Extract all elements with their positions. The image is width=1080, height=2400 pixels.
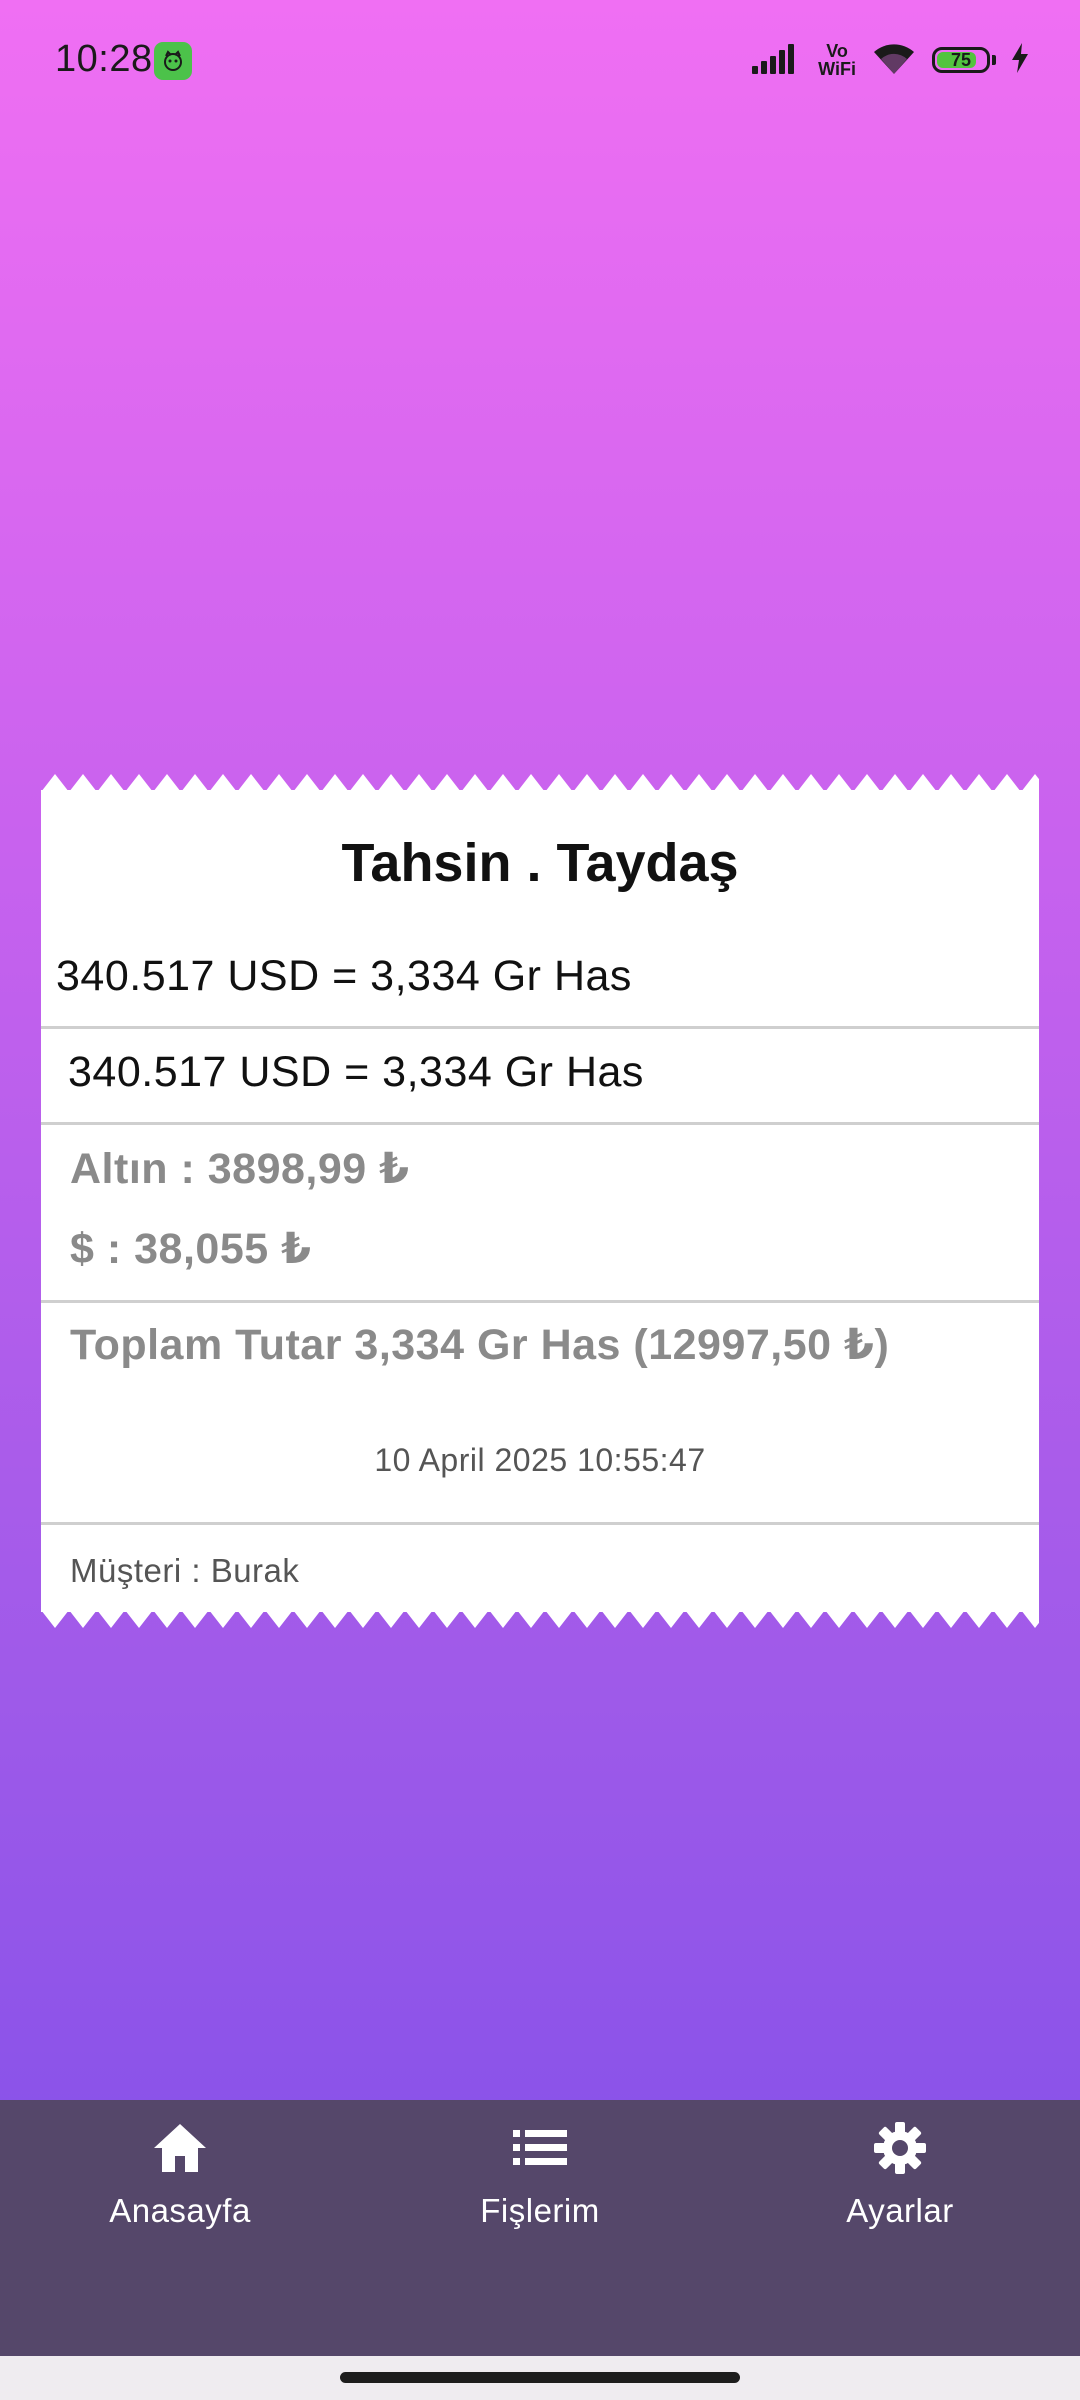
battery-level: 75 [950,49,972,70]
receipt-bottom-edge [41,1610,1039,1628]
signal-icon [752,42,804,79]
nav-label-settings: Ayarlar [846,2192,954,2229]
nav-item-home[interactable]: Anasayfa [50,2118,310,2248]
receipt-top-edge [41,774,1039,792]
status-icons: Vo WiFi 75 [752,38,1030,82]
gear-icon [870,2118,930,2178]
volte-wifi-indicator: Vo WiFi [818,42,856,78]
receipt-line-2: 340.517 USD = 3,334 Gr Has [68,1048,644,1096]
divider [41,1026,1039,1029]
app-notification-icon [154,42,192,80]
bottom-navigation: Anasayfa Fişlerim Ayarlar [0,2100,1080,2356]
total-amount: Toplam Tutar 3,334 Gr Has (12997,50 ₺) [70,1321,890,1369]
home-gesture-handle[interactable] [340,2372,740,2383]
receipt-card[interactable]: Tahsin . Taydaş 340.517 USD = 3,334 Gr H… [41,772,1039,1630]
usd-rate: $ : 38,055 ₺ [70,1225,312,1273]
nav-item-receipts[interactable]: Fişlerim [410,2118,670,2248]
gold-rate: Altın : 3898,99 ₺ [70,1145,410,1193]
list-icon [510,2118,570,2178]
charging-icon [1010,42,1030,78]
customer-name: Müşteri : Burak [70,1552,300,1589]
volte-label-top: Vo [826,41,848,61]
wifi-icon [870,40,918,81]
gesture-bar [0,2356,1080,2400]
home-icon [150,2118,210,2178]
nav-item-settings[interactable]: Ayarlar [770,2118,1030,2248]
receipt-date: 10 April 2025 10:55:47 [374,1442,706,1478]
receipt-title: Tahsin . Taydaş [341,833,739,893]
volte-label-bottom: WiFi [818,59,856,79]
receipt-body: Tahsin . Taydaş 340.517 USD = 3,334 Gr H… [41,790,1039,1612]
divider [41,1122,1039,1125]
screen: 10:28 Vo WiFi 75 Tahsin . Taydaş 340.517… [0,0,1080,2400]
divider [41,1300,1039,1303]
nav-label-home: Anasayfa [109,2192,251,2229]
status-bar: 10:28 Vo WiFi 75 [0,0,1080,120]
receipt-line-1: 340.517 USD = 3,334 Gr Has [56,952,632,1000]
nav-label-receipts: Fişlerim [480,2192,600,2229]
divider [41,1522,1039,1525]
battery-icon: 75 [932,47,990,73]
status-time: 10:28 [55,38,153,80]
